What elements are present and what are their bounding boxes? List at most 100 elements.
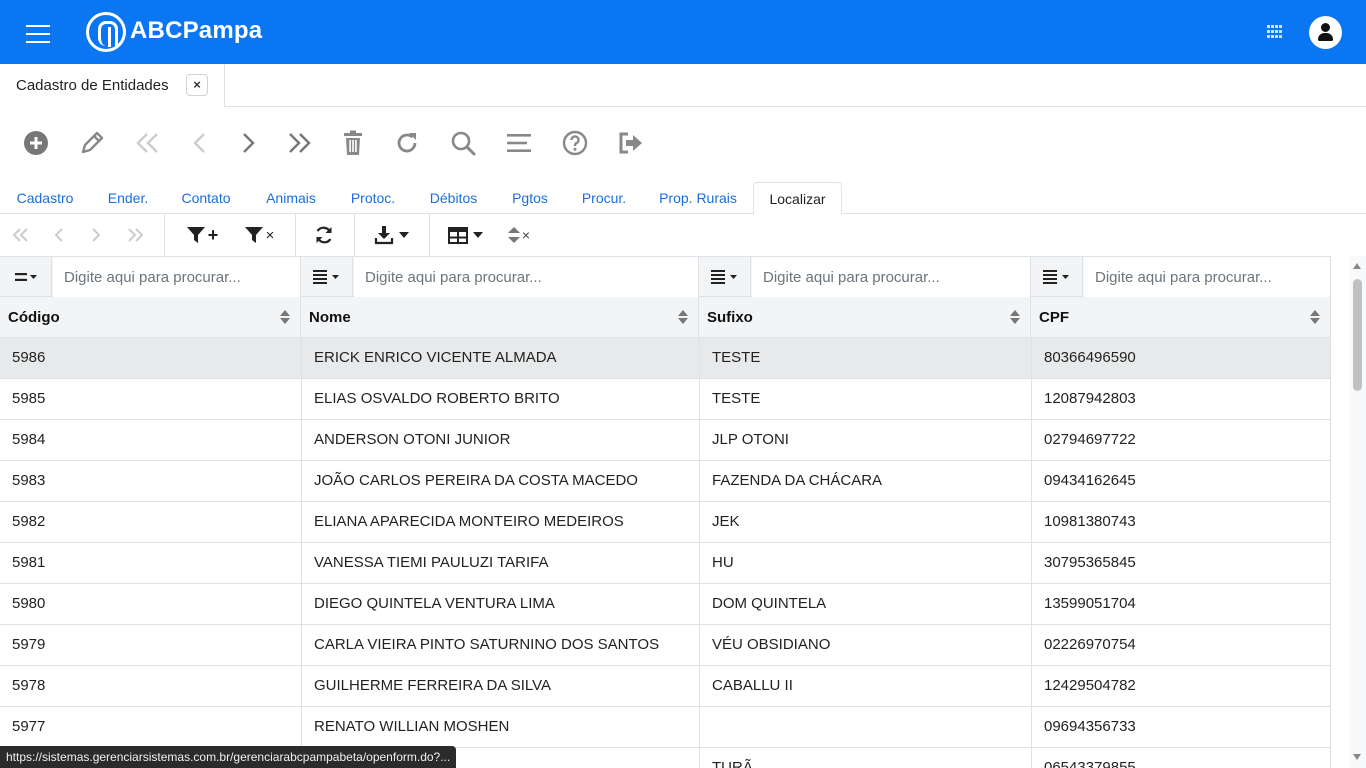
- cell-nome: DIEGO QUINTELA VENTURA LIMA: [302, 584, 700, 625]
- cell-cpf: 12087942803: [1032, 379, 1331, 420]
- exit-icon[interactable]: [616, 128, 646, 158]
- cell-sufixo: TESTE: [700, 338, 1032, 379]
- column-filter-row: [0, 257, 1331, 297]
- filter-input-nome[interactable]: [354, 257, 698, 297]
- filter-operator-button[interactable]: [699, 257, 751, 297]
- add-circle-icon[interactable]: [21, 128, 51, 158]
- filter-operator-button[interactable]: [301, 257, 353, 297]
- sort-icon: [507, 227, 520, 243]
- hamburger-menu-icon[interactable]: [26, 24, 50, 44]
- next-record-icon[interactable]: [233, 128, 263, 158]
- help-icon[interactable]: [560, 128, 590, 158]
- table-row[interactable]: 5986 ERICK ENRICO VICENTE ALMADA TESTE 8036…: [0, 338, 1331, 379]
- top-app-bar: ABCPampa: [0, 0, 1366, 64]
- filter-input-cpf[interactable]: [1084, 257, 1330, 297]
- scroll-up-arrow-icon[interactable]: [1353, 263, 1361, 269]
- filter-input-sufixo[interactable]: [752, 257, 1030, 297]
- brand-logo[interactable]: ABCPampa: [86, 10, 262, 54]
- clear-filter-button[interactable]: ×: [240, 222, 278, 248]
- cell-codigo: 5977: [0, 707, 302, 748]
- column-header-codigo[interactable]: Código: [0, 297, 301, 338]
- tab-cadastro-de-entidades[interactable]: Cadastro de Entidades ×: [0, 64, 225, 107]
- clear-sort-button[interactable]: ×: [503, 222, 535, 248]
- column-header-row: Código Nome Sufixo CPF: [0, 297, 1331, 338]
- edit-pencil-icon[interactable]: [77, 128, 107, 158]
- sort-icon: [678, 310, 688, 326]
- previous-record-icon[interactable]: [185, 128, 215, 158]
- cell-codigo: 5982: [0, 502, 302, 543]
- grid-previous-page-icon[interactable]: [48, 222, 70, 248]
- add-filter-button[interactable]: +: [182, 222, 222, 248]
- cell-codigo: 5986: [0, 338, 302, 379]
- cell-sufixo: VÉU OBSIDIANO: [700, 625, 1032, 666]
- cell-cpf: 13599051704: [1032, 584, 1331, 625]
- delete-trash-icon[interactable]: [338, 128, 368, 158]
- column-header-cpf[interactable]: CPF: [1031, 297, 1331, 338]
- tab-cadastro[interactable]: Cadastro: [10, 182, 80, 214]
- grid-last-page-icon[interactable]: [122, 222, 148, 248]
- column-header-label: Sufixo: [707, 309, 753, 326]
- cell-cpf: 30795365845: [1032, 543, 1331, 584]
- filter-input-codigo[interactable]: [53, 257, 300, 297]
- grid-toolbar: + × ×: [0, 214, 1366, 256]
- refresh-icon[interactable]: [392, 128, 422, 158]
- scroll-down-arrow-icon[interactable]: [1353, 754, 1361, 760]
- tab-debitos[interactable]: Débitos: [422, 182, 485, 214]
- sort-icon: [1310, 310, 1320, 326]
- tab-procur[interactable]: Procur.: [574, 182, 634, 214]
- table-row[interactable]: 5981 VANESSA TIEMI PAULUZI TARIFA HU 307953…: [0, 543, 1331, 584]
- apps-grid-icon[interactable]: [1267, 25, 1283, 39]
- cell-cpf: 02226970754: [1032, 625, 1331, 666]
- cell-sufixo: TESTE: [700, 379, 1032, 420]
- search-icon[interactable]: [448, 128, 478, 158]
- table-row[interactable]: 5984 ANDERSON OTONI JUNIOR JLP OTONI 027946…: [0, 420, 1331, 461]
- cell-cpf: 09434162645: [1032, 461, 1331, 502]
- cell-sufixo: FAZENDA DA CHÁCARA: [700, 461, 1032, 502]
- tab-pgtos[interactable]: Pgtos: [505, 182, 555, 214]
- tab-ender[interactable]: Ender.: [101, 182, 155, 214]
- table-row[interactable]: 5983 JOÃO CARLOS PEREIRA DA COSTA MACEDO F…: [0, 461, 1331, 502]
- first-record-icon[interactable]: [133, 128, 163, 158]
- clear-filter-x: ×: [265, 226, 275, 244]
- table-row[interactable]: 5982 ELIANA APARECIDA MONTEIRO MEDEIROS JE…: [0, 502, 1331, 543]
- doc-tab-label: Cadastro de Entidades: [16, 77, 169, 94]
- download-icon: [374, 226, 393, 245]
- tab-protoc[interactable]: Protoc.: [343, 182, 403, 214]
- clear-sort-x: ×: [521, 227, 531, 243]
- grid-refresh-icon[interactable]: [312, 222, 336, 248]
- grid-next-page-icon[interactable]: [85, 222, 107, 248]
- user-avatar-icon[interactable]: [1309, 16, 1342, 49]
- table-row[interactable]: 5978 GUILHERME FERREIRA DA SILVA CABALLU I…: [0, 666, 1331, 707]
- filter-operator-button[interactable]: [0, 257, 52, 297]
- column-header-nome[interactable]: Nome: [301, 297, 699, 338]
- record-toolbar: [0, 120, 700, 166]
- export-download-button[interactable]: [372, 222, 410, 248]
- columns-layout-button[interactable]: [446, 222, 484, 248]
- filter-icon: [186, 227, 205, 243]
- sort-icon: [1010, 310, 1020, 326]
- cell-nome: ERICK ENRICO VICENTE ALMADA: [302, 338, 700, 379]
- tab-animais[interactable]: Animais: [260, 182, 322, 214]
- document-tab-bar: Cadastro de Entidades ×: [0, 64, 1366, 107]
- cell-codigo: 5979: [0, 625, 302, 666]
- vertical-scrollbar[interactable]: [1349, 256, 1366, 768]
- filter-operator-button[interactable]: [1031, 257, 1083, 297]
- cell-nome: ANDERSON OTONI JUNIOR: [302, 420, 700, 461]
- table-row[interactable]: 5980 DIEGO QUINTELA VENTURA LIMA DOM QUINT…: [0, 584, 1331, 625]
- tab-prop-rurais[interactable]: Prop. Rurais: [652, 182, 744, 214]
- scrollbar-thumb[interactable]: [1353, 279, 1362, 391]
- table-row[interactable]: 5979 CARLA VIEIRA PINTO SATURNINO DOS SAN…: [0, 625, 1331, 666]
- tab-contato[interactable]: Contato: [174, 182, 238, 214]
- grid-first-page-icon[interactable]: [8, 222, 34, 248]
- last-record-icon[interactable]: [284, 128, 314, 158]
- tab-localizar[interactable]: Localizar: [753, 182, 842, 215]
- table-row[interactable]: 5977 RENATO WILLIAN MOSHEN 09694356733: [0, 707, 1331, 748]
- table-row[interactable]: 5985 ELIAS OSVALDO ROBERTO BRITO TESTE 1208…: [0, 379, 1331, 420]
- brand-title: ABCPampa: [130, 17, 263, 44]
- cell-sufixo: TURÃ: [700, 748, 1032, 768]
- cell-codigo: 5983: [0, 461, 302, 502]
- column-header-sufixo[interactable]: Sufixo: [699, 297, 1031, 338]
- cell-cpf: 80366496590: [1032, 338, 1331, 379]
- close-tab-button[interactable]: ×: [186, 74, 208, 96]
- list-icon[interactable]: [504, 128, 534, 158]
